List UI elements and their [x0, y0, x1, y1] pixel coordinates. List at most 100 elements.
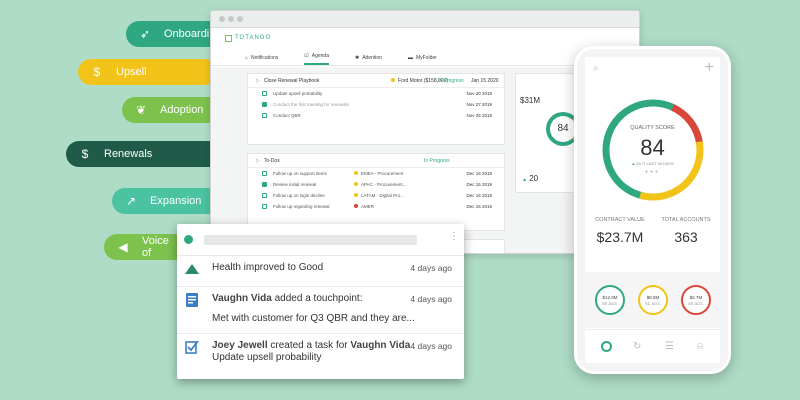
task-account[interactable]: APAC - Procurement... — [354, 182, 406, 187]
checkbox-icon — [185, 340, 199, 354]
task-date: Dec 15 2019 — [466, 171, 492, 176]
window-titlebar — [211, 11, 639, 28]
add-icon[interactable]: + — [705, 59, 714, 77]
phone-device: ⌕ + QUALITY SCORE 84 ▲ 20 IT LAST 90 DAY… — [574, 46, 731, 374]
kpi-contract: CONTRACT VALUE $23.7M — [587, 217, 653, 245]
task-label: Conduct the first meeting for renewals — [273, 102, 349, 107]
logo-mark-icon — [225, 34, 232, 42]
document-icon — [186, 293, 198, 307]
divider — [177, 333, 464, 334]
pill-adoption[interactable]: ❦ Adoption — [122, 97, 222, 123]
target-name[interactable]: Vaughn Vida — [350, 340, 410, 351]
actor-name[interactable]: Vaughn Vida — [212, 293, 272, 304]
window-dot[interactable] — [228, 16, 234, 22]
notification-body: Met with customer for Q3 QBR and they ar… — [212, 313, 415, 324]
score-sub-text: 20 IT LAST 90 DAYS — [636, 161, 674, 166]
more-menu-icon[interactable]: ⋮ — [449, 232, 459, 242]
segment-sub: 45 acct. — [688, 301, 704, 306]
logo-text: TOTANGO — [235, 35, 272, 41]
checkbox[interactable] — [262, 113, 267, 118]
divider — [177, 286, 464, 287]
notification-item[interactable]: Vaughn Vida added a touchpoint: Met with… — [177, 291, 464, 335]
menu-icon[interactable]: ☰ — [665, 341, 674, 352]
task-row[interactable]: Conduct QBR Nov 25 2019 — [248, 110, 504, 121]
task-date: Dec 15 2019 — [466, 193, 492, 198]
todo-header[interactable]: ▷ To-Dos In Progress — [248, 154, 504, 168]
score-label: QUALITY SCORE — [630, 125, 675, 131]
task-row[interactable]: Follow up regarding renewal AMER Dec 15 20… — [248, 201, 504, 212]
task-date: Dec 15 2019 — [466, 204, 492, 209]
checkbox[interactable] — [262, 182, 267, 187]
refresh-icon[interactable]: ↻ — [633, 341, 641, 352]
playbook-header[interactable]: ▷ Close Renewal Playbook Ford Motor ($15… — [248, 74, 504, 88]
pill-expansion[interactable]: ↗ Expansion — [112, 188, 222, 214]
notification-time: 4 days ago — [410, 263, 452, 273]
notification-time: 4 days ago — [410, 341, 452, 351]
side-gauge-value: 84 — [557, 123, 569, 134]
actor-name[interactable]: Joey Jewell — [212, 340, 268, 351]
megaphone-icon: ◀ — [118, 240, 128, 254]
score-sub: ▲ 20 IT LAST 90 DAYS — [585, 161, 720, 166]
task-label: Review initial renewal — [273, 182, 317, 187]
home-icon[interactable] — [601, 341, 612, 352]
window-dot[interactable] — [219, 16, 225, 22]
task-row[interactable]: Review initial renewal APAC - Procurement… — [248, 179, 504, 190]
account-text: EMEA - Procurement — [361, 171, 404, 176]
tab-attention[interactable]: ✱ Attention — [355, 55, 382, 65]
kpi-accounts: TOTAL ACCOUNTS 363 — [653, 217, 719, 245]
notification-body: Update upsell probability — [212, 352, 322, 363]
task-row[interactable]: Follow up on login decline LATAM - Digita… — [248, 190, 504, 201]
side-value: $31M — [520, 96, 541, 105]
segment-circle[interactable]: $2.7M 45 acct. — [681, 285, 711, 315]
task-account[interactable]: EMEA - Procurement — [354, 171, 403, 176]
page-indicator[interactable]: ●●● — [585, 169, 720, 175]
tab-myfolder[interactable]: ▬ MyFolder — [408, 55, 437, 65]
task-row[interactable]: Conduct the first meeting for renewals No… — [248, 99, 504, 110]
score-value: 84 — [640, 135, 665, 160]
dollar-icon: $ — [81, 147, 89, 161]
search-bar[interactable] — [204, 235, 417, 245]
status-dot — [354, 182, 358, 186]
todo-title: To-Dos — [263, 157, 280, 164]
bell-icon[interactable]: ⍾ — [697, 341, 704, 352]
task-label: Follow up on login decline — [273, 193, 325, 198]
pill-renewals[interactable]: $ Renewals — [66, 141, 226, 167]
task-row[interactable]: Follow up on support items EMEA - Procure… — [248, 168, 504, 179]
tab-agenda[interactable]: ☑ Agenda — [304, 53, 329, 65]
status-dot — [184, 235, 193, 244]
window-dot[interactable] — [237, 16, 243, 22]
playbook-title: Close Renewal Playbook — [263, 77, 320, 84]
pill-upsell[interactable]: $ Upsell — [78, 59, 218, 85]
account-text: AMER — [361, 204, 375, 209]
up-triangle-icon: ▲ — [522, 177, 527, 183]
task-account[interactable]: LATAM - Digital Pro... — [354, 193, 404, 198]
notification-header: ⋮ — [177, 224, 464, 256]
phone-screen: ⌕ + QUALITY SCORE 84 ▲ 20 IT LAST 90 DAY… — [585, 57, 720, 363]
tab-notifications[interactable]: ⌂ Notifications — [245, 55, 278, 65]
segment-circle[interactable]: $8.9M 51 acct. — [638, 285, 668, 315]
pill-label: Upsell — [116, 66, 147, 78]
task-row[interactable]: Update upsell probability Nov 20 2019 — [248, 88, 504, 99]
tab-label: Attention — [362, 55, 382, 61]
status-text: In Progress — [424, 157, 450, 164]
up-triangle-icon: ▲ — [631, 161, 636, 166]
side-count: ▲ 20 — [522, 174, 538, 183]
notification-action: created a task for — [267, 340, 351, 351]
task-account[interactable]: AMER — [354, 204, 374, 209]
kpi-value: 363 — [674, 229, 698, 245]
checkbox[interactable] — [262, 204, 267, 209]
checkbox[interactable] — [262, 171, 267, 176]
segment-circle[interactable]: $12.9M 50 acct. — [595, 285, 625, 315]
notification-time: 4 days ago — [410, 294, 452, 304]
notification-panel: ⋮ Health improved to Good 4 days ago Vau… — [177, 224, 464, 379]
side-count-value: 20 — [529, 174, 539, 183]
checkbox[interactable] — [262, 193, 267, 198]
task-date: Nov 27 2019 — [466, 102, 492, 107]
search-icon[interactable]: ⌕ — [593, 63, 599, 74]
checkbox[interactable] — [262, 102, 267, 107]
rocket-icon: ➶ — [139, 27, 151, 41]
checkbox[interactable] — [262, 91, 267, 96]
app-logo: TOTANGO — [211, 28, 639, 48]
notification-item[interactable]: Joey Jewell created a task for Vaughn Vi… — [177, 338, 464, 374]
notification-item[interactable]: Health improved to Good 4 days ago — [177, 260, 464, 284]
